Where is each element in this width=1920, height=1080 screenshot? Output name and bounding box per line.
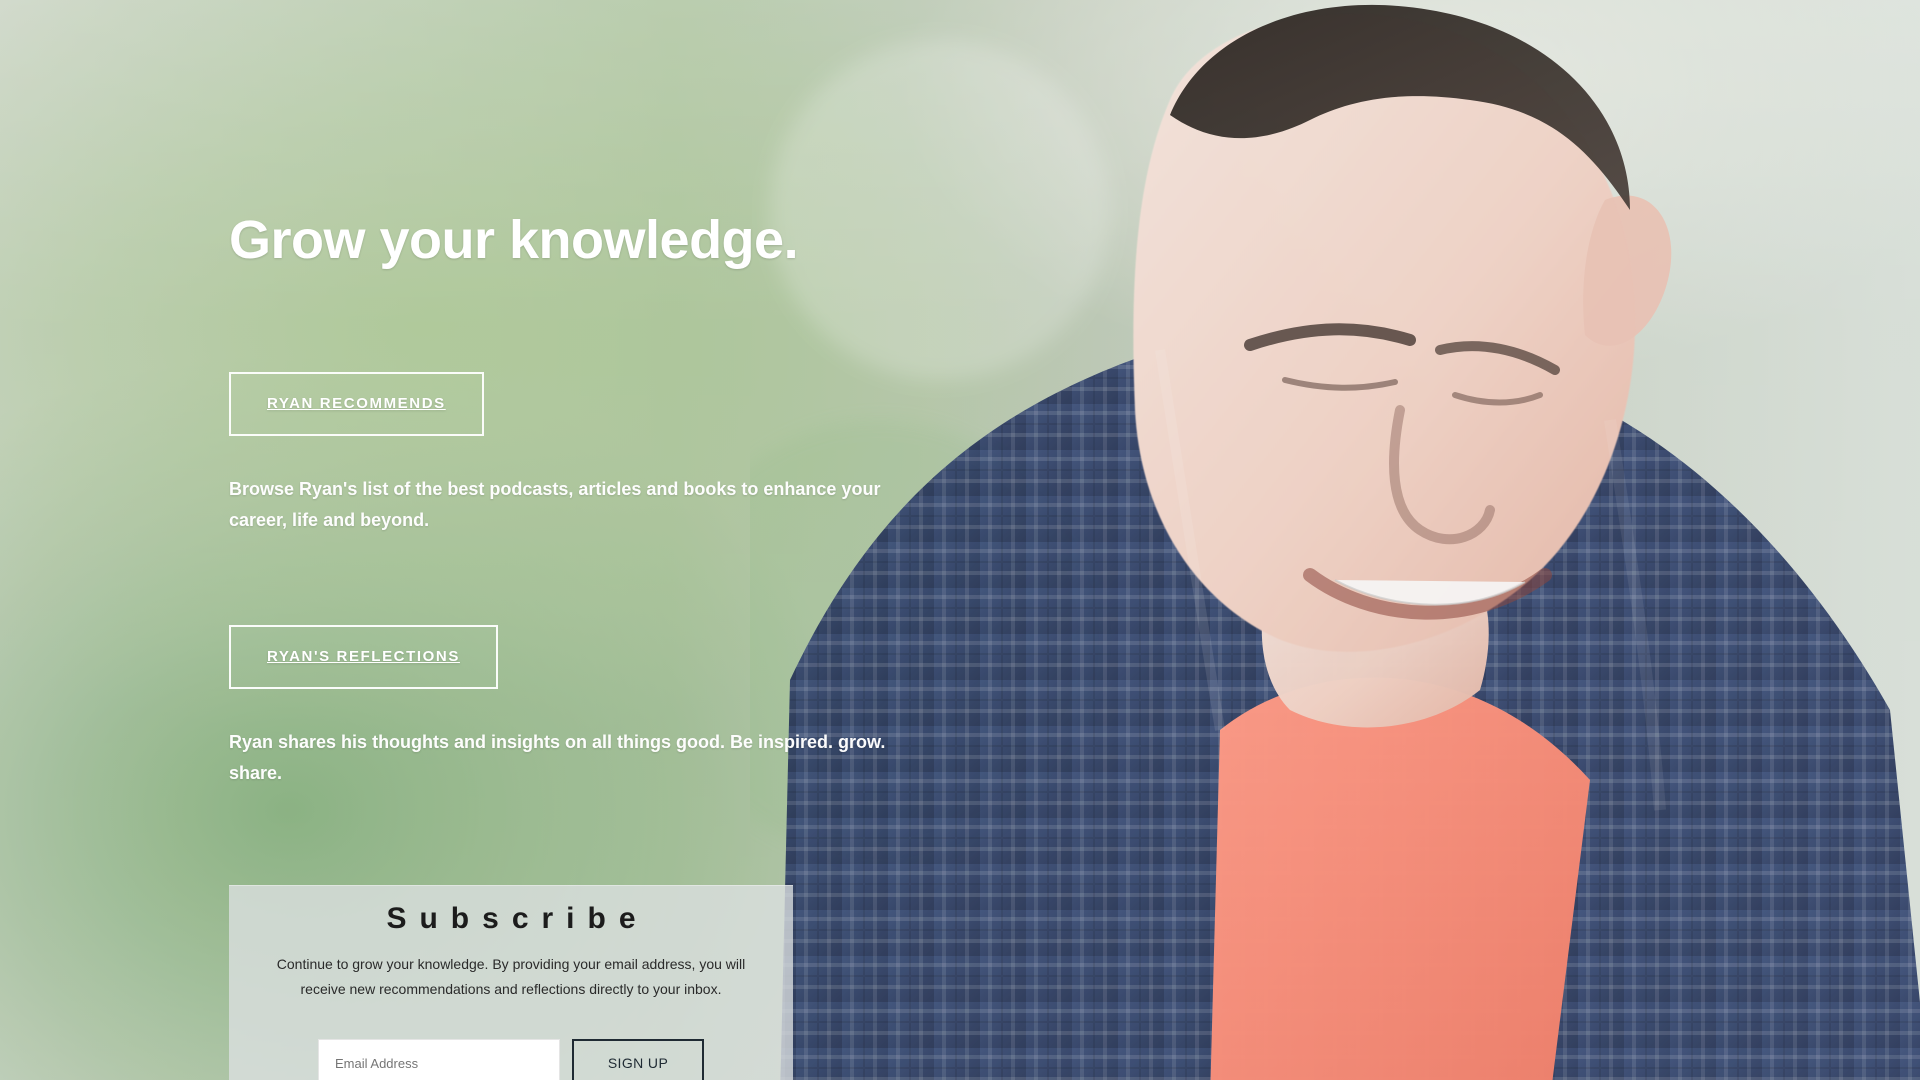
ryan-recommends-label: RYAN RECOMMENDS xyxy=(267,395,446,413)
email-input[interactable] xyxy=(318,1039,560,1080)
hero-headline: Grow your knowledge. xyxy=(229,210,799,270)
ryans-reflections-button[interactable]: RYAN'S REFLECTIONS xyxy=(229,624,498,689)
subscribe-text: Continue to grow your knowledge. By prov… xyxy=(276,956,746,997)
hero-section: Grow your knowledge. RYAN RECOMMENDS Bro… xyxy=(229,212,949,790)
ryans-reflections-description: Ryan shares his thoughts and insights on… xyxy=(229,731,886,784)
page: Grow your knowledge. RYAN RECOMMENDS Bro… xyxy=(0,0,1920,1080)
ryan-recommends-button[interactable]: RYAN RECOMMENDS xyxy=(229,371,484,436)
ryans-reflections-label: RYAN'S REFLECTIONS xyxy=(267,648,460,666)
subscribe-panel: Subscribe Continue to grow your knowledg… xyxy=(229,885,793,1080)
sign-up-button[interactable]: SIGN UP xyxy=(572,1039,704,1080)
subscribe-form: SIGN UP xyxy=(269,1039,753,1080)
ryan-recommends-description: Browse Ryan's list of the best podcasts,… xyxy=(229,478,881,531)
subscribe-title: Subscribe xyxy=(386,902,649,935)
